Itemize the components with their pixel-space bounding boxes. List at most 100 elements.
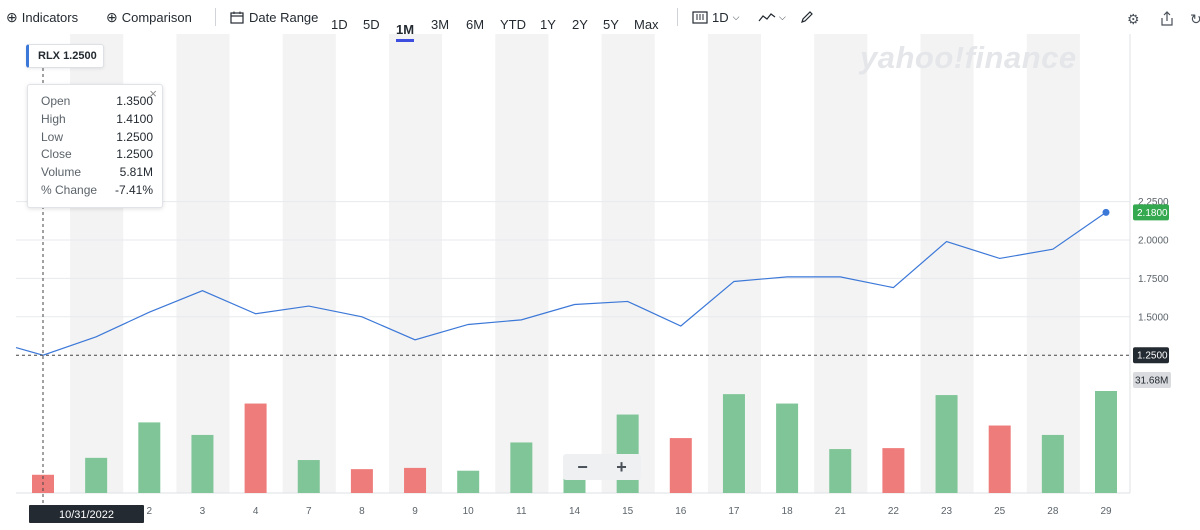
tooltip-row: High 1.4100 [41,112,153,129]
comparison-label: Comparison [121,9,192,25]
last-price-label: 2.1800 [1137,208,1168,219]
tooltip-value: 1.4100 [116,111,153,126]
day-band [814,34,868,493]
settings-icon[interactable]: ⚙ [1127,11,1140,28]
crosshair-price-label: 1.2500 [1137,351,1168,362]
weekday-bands [70,34,1080,493]
volume-bar [404,467,427,493]
volume-bar [297,460,320,493]
tooltip-label: Low [41,129,64,144]
volume-bar [988,425,1011,493]
volume-bar [776,403,799,493]
x-tick-label: 23 [941,506,953,517]
indicators-button[interactable]: ⊕ Indicators [6,9,78,26]
chevron-down-icon: ⌵ [732,11,740,22]
tooltip-row: Low 1.2500 [41,130,153,147]
crosshair-date-label: 10/31/2022 [59,509,114,521]
range-1m[interactable]: 1M [396,22,415,42]
pencil-icon [801,11,813,23]
interval-label: 1D [712,9,729,25]
volume-bar [722,394,745,493]
x-tick-label: 3 [200,506,206,517]
volume-bar [882,448,905,493]
range-5d[interactable]: 5D [363,17,380,32]
x-tick-label: 16 [675,506,687,517]
price-chart[interactable]: 2 3 4 7 8 9 10 11 14 15 16 17 18 21 22 23 25 28 29 2.25002… [0,0,1200,530]
plus-circle-icon: ⊕ [6,8,18,25]
x-tick-label: 21 [835,506,847,517]
volume-bar [350,469,373,493]
range-3m[interactable]: 3M [431,17,449,32]
tooltip-label: Close [41,147,72,162]
range-1d[interactable]: 1D [331,17,348,32]
x-tick-label: 29 [1100,506,1112,517]
tooltip-row: Close 1.2500 [41,147,153,164]
day-band [495,34,549,493]
draw-button[interactable] [800,10,814,24]
x-tick-label: 28 [1047,506,1059,517]
tooltip-row: Volume 5.81M [41,165,153,182]
indicators-label: Indicators [21,9,79,25]
y-tick-label: 1.7500 [1138,274,1169,285]
day-band [388,34,443,493]
y-tick-label: 2.0000 [1138,236,1169,247]
volume-max-label: 31.68M [1135,376,1168,387]
tooltip-value: -7.41% [114,183,153,197]
x-tick-label: 18 [782,506,794,517]
comparison-button[interactable]: ⊕ Comparison [106,9,192,26]
volume-bar [1095,391,1117,493]
volume-bar [191,434,214,493]
day-band [176,34,230,493]
x-tick-label: 11 [516,506,527,517]
toolbar-divider [215,8,216,26]
volume-bar [85,457,108,493]
x-axis: 2 3 4 7 8 9 10 11 14 15 16 17 18 21 22 23 25 28 29 [147,506,1112,517]
tooltip-value: 5.81M [119,165,153,180]
day-band [1026,34,1080,493]
volume-bar [669,438,692,493]
tooltip-value: 1.3500 [116,94,153,108]
volume-bar [829,449,852,493]
toolbar-divider [677,8,678,26]
ohlc-tooltip: × Open 1.3500 High 1.4100 Low 1.2500 Close 1.25… [27,84,163,208]
tooltip-row: % Change -7.41% [41,183,153,200]
range-6m[interactable]: 6M [466,17,484,32]
share-icon[interactable] [1160,11,1174,29]
ticker-value: 1.2500 [63,50,97,62]
range-5y[interactable]: 5Y [603,17,619,32]
range-1y[interactable]: 1Y [540,17,556,32]
x-tick-label: 14 [569,506,581,517]
volume-bar [935,395,958,493]
last-price-dot [1102,208,1110,216]
zoom-out-button[interactable]: − [577,457,588,478]
range-2y[interactable]: 2Y [572,17,588,32]
chart-toolbar: ⊕ Indicators ⊕ Comparison Date Range 1D 5… [0,0,1200,42]
volume-bar [138,422,161,493]
x-tick-label: 22 [888,506,900,517]
tooltip-label: Volume [41,165,82,180]
x-tick-label: 7 [306,506,312,517]
x-tick-label: 15 [622,506,634,517]
range-max[interactable]: Max [634,17,659,32]
x-tick-label: 8 [359,506,365,517]
x-tick-label: 10 [463,506,475,517]
yahoo-finance-watermark: yahoo!finance [860,40,1077,75]
x-tick-label: 25 [994,506,1006,517]
line-chart-icon [758,13,776,22]
zoom-in-button[interactable]: + [616,457,627,478]
chevron-down-icon: ⌵ [779,11,786,22]
interval-select[interactable]: 1D ⌵ [692,10,739,25]
tooltip-value: 1.2500 [116,129,153,144]
tooltip-label: High [41,111,66,126]
fullscreen-icon[interactable]: ↻ [1190,11,1200,28]
x-tick-label: 2 [147,506,153,517]
x-tick-label: 17 [728,506,740,517]
tooltip-value: 1.2500 [116,147,153,162]
chart-type-select[interactable]: ⌵ [758,11,786,23]
volume-bar [244,403,267,493]
date-range-button[interactable]: Date Range [230,10,318,25]
range-ytd[interactable]: YTD [500,17,526,32]
zoom-controls: − + [563,454,641,480]
y-tick-label: 1.5000 [1138,312,1169,323]
tooltip-row: Open 1.3500 [41,94,153,111]
